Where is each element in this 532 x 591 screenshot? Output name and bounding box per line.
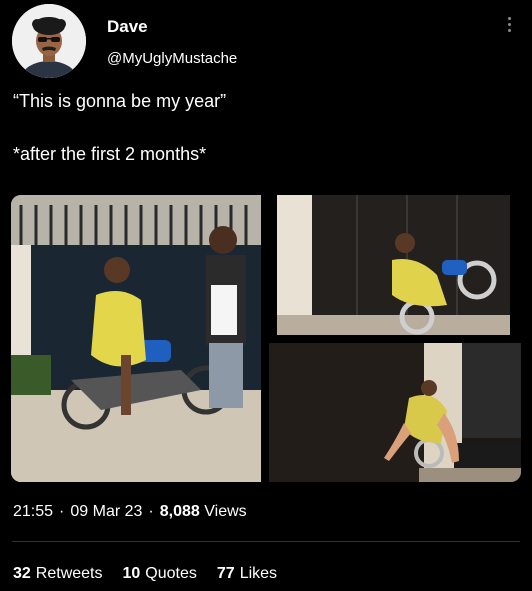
retweets-stat[interactable]: 32 Retweets bbox=[13, 565, 103, 583]
retweets-label: Retweets bbox=[35, 565, 103, 582]
tweet-meta: 21:55 · 09 Mar 23 · 8,088 Views bbox=[13, 503, 247, 521]
tweet-media-grid bbox=[11, 195, 521, 482]
media-photo-2[interactable] bbox=[277, 195, 510, 335]
likes-stat[interactable]: 77 Likes bbox=[217, 565, 277, 583]
likes-count: 77 bbox=[216, 565, 235, 582]
tweet-date[interactable]: 09 Mar 23 bbox=[70, 503, 142, 521]
retweets-count: 32 bbox=[13, 565, 31, 582]
divider bbox=[12, 541, 520, 542]
more-vertical-icon[interactable] bbox=[508, 17, 512, 32]
tweet-stats: 32 Retweets 10 Quotes 77 Likes bbox=[13, 565, 277, 583]
quotes-label: Quotes bbox=[145, 565, 197, 582]
author-avatar[interactable] bbox=[12, 4, 86, 78]
views-label: Views bbox=[204, 503, 247, 520]
media-photo-1[interactable] bbox=[11, 195, 261, 482]
tweet-text-line-1: “This is gonna be my year” bbox=[13, 91, 227, 111]
author-name[interactable]: Dave bbox=[107, 17, 148, 37]
meta-separator-2: · bbox=[148, 503, 154, 520]
likes-label: Likes bbox=[239, 565, 278, 582]
views-count: 8,088 bbox=[159, 503, 200, 520]
tweet-views[interactable]: 8,088 Views bbox=[160, 503, 247, 521]
tweet-text-line-2: *after the first 2 months* bbox=[13, 144, 207, 164]
quotes-stat[interactable]: 10 Quotes bbox=[123, 565, 197, 583]
quotes-count: 10 bbox=[122, 565, 141, 582]
tweet-time[interactable]: 21:55 bbox=[13, 503, 53, 521]
author-handle[interactable]: @MyUglyMustache bbox=[107, 50, 237, 67]
meta-separator-1: · bbox=[59, 503, 65, 520]
avatar-image bbox=[12, 4, 86, 78]
media-photo-3[interactable] bbox=[269, 343, 521, 482]
